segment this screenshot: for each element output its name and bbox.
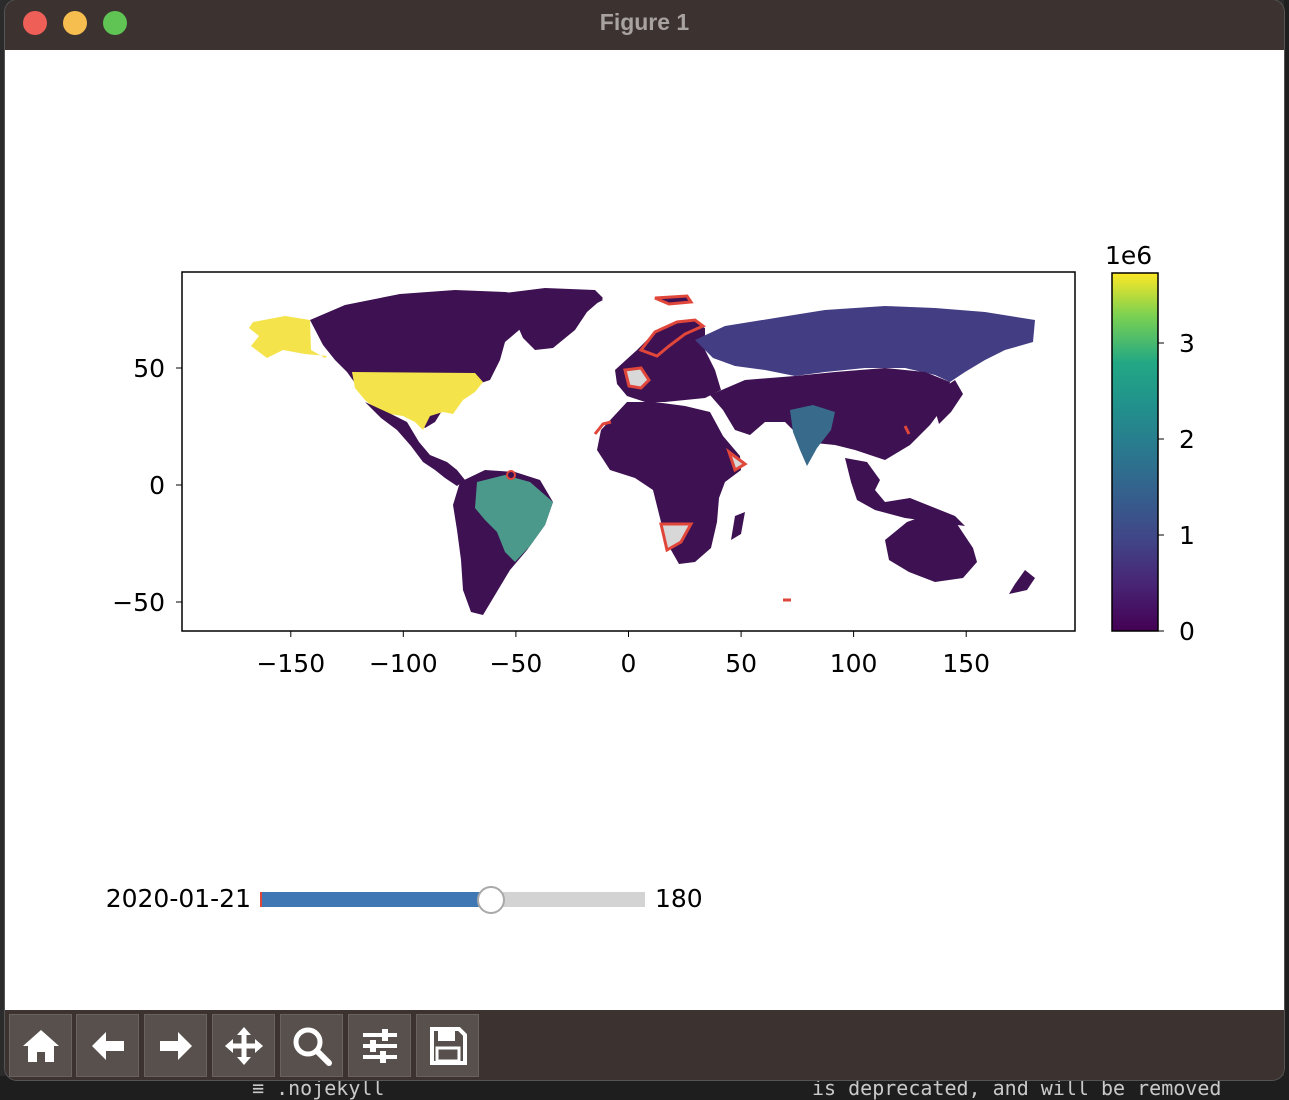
arrow-right-icon	[159, 1031, 192, 1060]
pan-button[interactable]	[212, 1014, 275, 1077]
figure-svg: −150 −100 −50 0 50 100 150 50 0 −50 1e6 …	[106, 241, 1195, 914]
colorbar: 1e6 0 1 2 3	[1105, 241, 1195, 646]
y-tick-label: 50	[133, 354, 165, 383]
x-tick-label: 150	[942, 649, 990, 678]
configure-subplots-button[interactable]	[348, 1014, 411, 1077]
slider-initial-marker	[260, 892, 262, 907]
x-tick-label: 50	[725, 649, 757, 678]
date-slider[interactable]: 2020-01-21 180	[106, 884, 703, 914]
x-tick-label: 100	[830, 649, 878, 678]
matplotlib-toolbar	[5, 1010, 1284, 1080]
slider-value: 180	[655, 884, 703, 913]
x-axis: −150 −100 −50 0 50 100 150	[256, 631, 990, 678]
home-icon	[22, 1029, 59, 1062]
region-french-guiana	[506, 470, 516, 480]
slider-label: 2020-01-21	[106, 884, 251, 913]
y-axis: 50 0 −50	[112, 354, 182, 617]
figure-canvas[interactable]: −150 −100 −50 0 50 100 150 50 0 −50 1e6 …	[5, 50, 1284, 1010]
background-terminal-edge	[1284, 0, 1289, 1076]
magnifier-icon	[293, 1027, 332, 1066]
map-axes: −150 −100 −50 0 50 100 150 50 0 −50	[112, 271, 1076, 678]
x-tick-label: −100	[369, 649, 438, 678]
colorbar-tick-label: 2	[1179, 425, 1195, 454]
colorbar-tick-label: 0	[1179, 617, 1195, 646]
slider-handle[interactable]	[477, 886, 505, 914]
colorbar-tick-label: 3	[1179, 329, 1195, 358]
title-bar[interactable]: Figure 1	[5, 0, 1284, 50]
colorbar-tick-label: 1	[1179, 521, 1195, 550]
sliders-icon	[362, 1028, 397, 1063]
forward-button[interactable]	[144, 1014, 207, 1077]
zoom-button[interactable]	[280, 1014, 343, 1077]
save-button[interactable]	[416, 1014, 479, 1077]
colorbar-gradient	[1111, 272, 1159, 632]
window-title: Figure 1	[599, 9, 690, 35]
y-tick-label: 0	[149, 471, 165, 500]
floppy-disk-icon	[429, 1026, 467, 1065]
y-tick-label: −50	[112, 588, 165, 617]
arrow-left-icon	[91, 1031, 124, 1060]
figure-window: Figure 1 −150 −100 −50 0 50 100 150 50 0…	[5, 0, 1284, 1080]
home-button[interactable]	[9, 1014, 72, 1077]
x-tick-label: −50	[490, 649, 543, 678]
move-icon	[224, 1026, 263, 1065]
slider-fill	[260, 892, 491, 907]
x-tick-label: 0	[621, 649, 637, 678]
colorbar-offset-label: 1e6	[1105, 241, 1152, 270]
x-tick-label: −150	[256, 649, 325, 678]
back-button[interactable]	[76, 1014, 139, 1077]
